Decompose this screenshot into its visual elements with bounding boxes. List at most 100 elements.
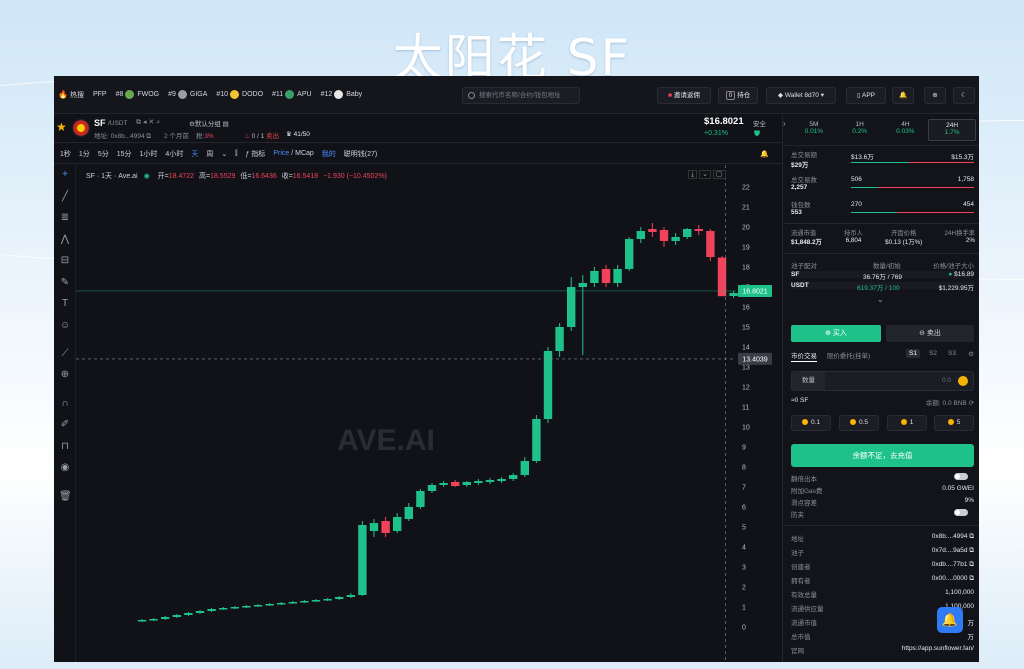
slot-s1[interactable]: S1: [906, 349, 920, 358]
theme-button[interactable]: ☾: [953, 87, 975, 104]
candle[interactable]: [729, 291, 738, 298]
candle[interactable]: [474, 479, 483, 485]
price-mcap-toggle[interactable]: Price / MCap: [273, 150, 313, 157]
candle[interactable]: [195, 610, 205, 614]
refresh-icon[interactable]: ⟳: [969, 400, 974, 407]
candle[interactable]: [137, 619, 147, 622]
tf-4h[interactable]: 4小时: [165, 149, 183, 159]
candle[interactable]: [601, 265, 611, 287]
notification-button[interactable]: 🔔: [892, 87, 914, 104]
candle[interactable]: [555, 323, 564, 357]
candle[interactable]: [590, 267, 599, 287]
candle[interactable]: [439, 481, 448, 487]
candle[interactable]: [184, 612, 193, 616]
double-out-toggle[interactable]: [954, 473, 968, 480]
candle[interactable]: [671, 233, 680, 245]
tf-1d[interactable]: 天: [191, 149, 198, 159]
candle[interactable]: [381, 517, 390, 537]
notification-fab[interactable]: 🔔: [937, 607, 963, 633]
tf-15m[interactable]: 15分: [117, 149, 132, 159]
candle[interactable]: [625, 237, 634, 271]
tf-1w[interactable]: 周: [206, 149, 213, 159]
mine-button[interactable]: 我的: [322, 149, 336, 159]
candle[interactable]: [636, 227, 645, 243]
candle[interactable]: [277, 602, 286, 605]
candle[interactable]: [172, 614, 181, 618]
tf-1h[interactable]: 1小时: [140, 149, 158, 159]
text-icon[interactable]: T: [59, 298, 71, 310]
candle[interactable]: [485, 478, 495, 484]
sell-tab[interactable]: ⊖ 卖出: [886, 325, 974, 342]
candle[interactable]: [416, 489, 425, 509]
hot-item[interactable]: #9 GIGA: [168, 90, 207, 99]
deposit-button[interactable]: 余额不足，去充值: [791, 444, 974, 467]
candlestick-chart[interactable]: AVE.AI 012345678910111213141516171819202…: [76, 165, 782, 662]
buy-tab[interactable]: ⊕ 买入: [791, 325, 881, 342]
favorite-group[interactable]: ⚙默认分组 ▤: [189, 118, 229, 128]
zoom-icon[interactable]: ⊕: [59, 369, 71, 381]
candle[interactable]: [253, 604, 263, 607]
candle[interactable]: [207, 608, 216, 612]
star-icon[interactable]: ★: [56, 120, 67, 134]
candle[interactable]: [265, 603, 274, 606]
search-input[interactable]: 搜索代币名称/合约/钱包地址: [462, 87, 580, 104]
interval-5m[interactable]: 5M 0.01%: [791, 119, 837, 141]
share-icons[interactable]: ⧉ ◂ ✕ ⌕: [136, 118, 160, 127]
token-address[interactable]: 地址: 0x8b...4994 ⧉: [94, 130, 151, 141]
pattern-icon[interactable]: ⋀: [59, 234, 71, 246]
tf-5m[interactable]: 5分: [98, 149, 109, 159]
chevron-down-icon[interactable]: ⌄: [877, 295, 884, 304]
trendline-icon[interactable]: ╱: [59, 191, 71, 203]
candle[interactable]: [543, 347, 553, 423]
safety-label[interactable]: 安全: [753, 118, 766, 128]
download-icon[interactable]: ⤓: [688, 170, 698, 179]
candle[interactable]: [230, 606, 239, 609]
eye-icon[interactable]: ◉: [59, 462, 71, 474]
candle[interactable]: [694, 225, 703, 235]
candle[interactable]: [578, 275, 587, 355]
gear-icon[interactable]: ⚙: [968, 350, 974, 358]
interval-1h[interactable]: 1H 0.2%: [837, 119, 883, 141]
indicator-button[interactable]: ƒ 指标: [245, 149, 265, 159]
alert-bell-icon[interactable]: 🔔: [760, 150, 769, 158]
slot-s2[interactable]: S2: [929, 350, 937, 357]
slot-s3[interactable]: S3: [948, 350, 956, 357]
crosshair-icon[interactable]: +: [59, 169, 71, 181]
candle[interactable]: [706, 229, 715, 261]
lock-icon[interactable]: ⊓: [59, 441, 71, 453]
candle[interactable]: [323, 598, 332, 601]
candle[interactable]: [219, 607, 228, 610]
candle[interactable]: [346, 593, 355, 598]
hot-item-pfp[interactable]: PFP: [93, 91, 107, 98]
smart-money-button[interactable]: 聪明钱(27): [344, 149, 377, 159]
amount-0-5-button[interactable]: 0.5: [839, 415, 879, 431]
visibility-icon[interactable]: ◉: [144, 173, 150, 180]
candle[interactable]: [404, 503, 413, 521]
app-button[interactable]: ▯ APP: [846, 87, 886, 104]
candle-type-icon[interactable]: ⫿: [235, 150, 237, 158]
candle[interactable]: [567, 277, 576, 331]
holdings-button[interactable]: 0 持仓: [718, 87, 758, 104]
brush-icon[interactable]: ✎: [59, 277, 71, 289]
candle[interactable]: [683, 228, 692, 239]
fullscreen-icon[interactable]: ▢: [712, 170, 726, 179]
hot-item[interactable]: #11 APU: [272, 90, 312, 99]
candle[interactable]: [242, 605, 251, 608]
ruler-icon[interactable]: ⟋: [59, 348, 71, 360]
amount-5-button[interactable]: 5: [934, 415, 974, 431]
candle[interactable]: [358, 521, 367, 596]
wallet-button[interactable]: ◆ Wallet 8d70 ▾: [766, 87, 836, 104]
tab-limit[interactable]: 限价委托(挂单): [827, 353, 870, 360]
candle[interactable]: [520, 457, 529, 477]
anti-mev-toggle[interactable]: [954, 509, 968, 516]
amount-1-button[interactable]: 1: [887, 415, 927, 431]
candle[interactable]: [451, 480, 460, 487]
price-chart[interactable]: AVE.AI 012345678910111213141516171819202…: [76, 165, 782, 662]
tab-market[interactable]: 市价交易: [791, 353, 817, 362]
chevron-down-icon[interactable]: ⌄: [699, 170, 711, 179]
candle[interactable]: [532, 415, 541, 463]
candle[interactable]: [717, 256, 727, 297]
candle[interactable]: [613, 265, 622, 287]
hot-item[interactable]: #8 FWOG: [116, 90, 159, 99]
candle[interactable]: [369, 519, 379, 537]
